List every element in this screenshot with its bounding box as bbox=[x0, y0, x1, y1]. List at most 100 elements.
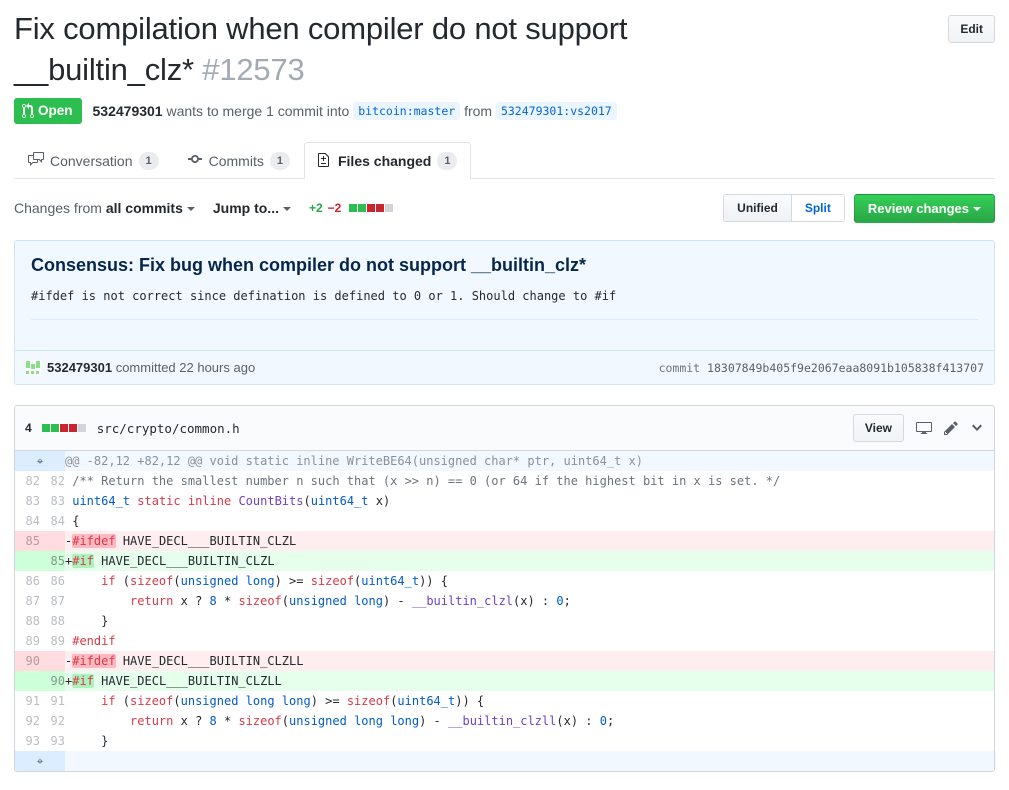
diffstat-block bbox=[68, 424, 77, 432]
changes-from-value: all commits bbox=[105, 200, 183, 216]
diff-code[interactable]: return x ? 8 * sizeof(unsigned long long… bbox=[65, 711, 994, 731]
new-line-number: 85 bbox=[40, 551, 65, 571]
diffstat-block bbox=[358, 204, 367, 212]
split-view-button[interactable]: Split bbox=[790, 195, 844, 221]
new-line-number: 93 bbox=[50, 734, 65, 748]
diff-code[interactable]: +#if HAVE_DECL___BUILTIN_CLZL bbox=[65, 551, 994, 571]
commit-divider bbox=[31, 319, 978, 350]
commit-summary-box: Consensus: Fix bug when compiler do not … bbox=[14, 240, 995, 385]
tab-commits[interactable]: Commits 1 bbox=[173, 142, 304, 179]
old-line-number: 87 bbox=[25, 594, 40, 608]
file-diff-header-right: View bbox=[852, 414, 984, 442]
hunk-footer-code bbox=[65, 751, 994, 771]
unified-view-button[interactable]: Unified bbox=[724, 195, 791, 221]
diff-table: ⌖ @@ -82,12 +82,12 @@ void static inline… bbox=[15, 451, 994, 771]
diff-code[interactable]: } bbox=[65, 611, 994, 631]
commit-author[interactable]: 532479301 bbox=[47, 360, 112, 375]
chevron-down-icon bbox=[186, 207, 195, 211]
new-line-number bbox=[40, 651, 65, 671]
old-line-number: 92 bbox=[25, 714, 40, 728]
changes-from-prefix: Changes from bbox=[14, 200, 106, 216]
diffstat-block bbox=[50, 424, 59, 432]
diff-row-deleted: 90 -#ifdef HAVE_DECL___BUILTIN_CLZLL bbox=[15, 651, 994, 671]
changes-from-select[interactable]: Changes from all commits bbox=[14, 200, 195, 216]
diff-row: 83 83 uint64_t static inline CountBits(u… bbox=[15, 491, 994, 511]
diff-code[interactable]: } bbox=[65, 731, 994, 751]
old-line-number: 84 bbox=[25, 514, 40, 528]
pencil-icon[interactable] bbox=[944, 420, 958, 436]
old-line-number: 83 bbox=[25, 494, 40, 508]
unfold-icon: ⌖ bbox=[36, 454, 44, 468]
head-branch-chip[interactable]: 532479301:vs2017 bbox=[495, 102, 617, 120]
diff-code[interactable]: uint64_t static inline CountBits(uint64_… bbox=[65, 491, 994, 511]
pr-author[interactable]: 532479301 bbox=[93, 103, 163, 119]
comment-discussion-icon bbox=[28, 151, 44, 170]
diff-row-hunk-end: ⌖ bbox=[15, 751, 994, 771]
base-branch-chip[interactable]: bitcoin:master bbox=[353, 102, 461, 120]
hunk-header-code: @@ -82,12 +82,12 @@ void static inline W… bbox=[65, 451, 994, 471]
diffstat-block bbox=[349, 204, 358, 212]
git-commit-icon bbox=[187, 151, 203, 170]
diffstat-block bbox=[385, 204, 394, 212]
diff-code[interactable]: return x ? 8 * sizeof(unsigned long) - _… bbox=[65, 591, 994, 611]
diff-code[interactable]: +#if HAVE_DECL___BUILTIN_CLZLL bbox=[65, 671, 994, 691]
page-title: Fix compilation when compiler do not sup… bbox=[14, 8, 704, 90]
diffstat-block bbox=[41, 424, 50, 432]
pull-request-page: Fix compilation when compiler do not sup… bbox=[0, 0, 1009, 772]
diffstat-added: +2 bbox=[308, 201, 323, 215]
file-diffstat-blocks bbox=[41, 424, 86, 432]
file-diff: 4 src/crypto/common.h View ⌖ @@ -82,12 +… bbox=[14, 405, 995, 772]
file-path[interactable]: src/crypto/common.h bbox=[97, 421, 240, 436]
tab-conversation[interactable]: Conversation 1 bbox=[14, 142, 173, 179]
merge-text-2: from bbox=[464, 103, 493, 119]
title-row: Fix compilation when compiler do not sup… bbox=[14, 0, 995, 90]
diff-row-hunk: ⌖ @@ -82,12 +82,12 @@ void static inline… bbox=[15, 451, 994, 471]
diff-row-added: 90 +#if HAVE_DECL___BUILTIN_CLZLL bbox=[15, 671, 994, 691]
diff-code[interactable]: #endif bbox=[65, 631, 994, 651]
unfold-icon: ⌖ bbox=[36, 754, 44, 768]
pr-number: #12573 bbox=[202, 52, 305, 87]
diffstat-block bbox=[77, 424, 86, 432]
diffstat-blocks bbox=[349, 204, 394, 212]
status-badge: Open bbox=[14, 98, 82, 124]
commit-time: committed 22 hours ago bbox=[115, 360, 256, 375]
diff-code[interactable]: /** Return the smallest number n such th… bbox=[65, 471, 994, 491]
tab-files-changed-count: 1 bbox=[437, 151, 458, 170]
diff-code[interactable]: if (sizeof(unsigned long long) >= sizeof… bbox=[65, 691, 994, 711]
diff-row-added: 85 +#if HAVE_DECL___BUILTIN_CLZL bbox=[15, 551, 994, 571]
expand-hunk-button-bottom[interactable]: ⌖ bbox=[15, 751, 65, 771]
diff-code[interactable]: if (sizeof(unsigned long) >= sizeof(uint… bbox=[65, 571, 994, 591]
old-line-number: 89 bbox=[25, 634, 40, 648]
title-block: Fix compilation when compiler do not sup… bbox=[14, 8, 948, 90]
file-diff-header-left: 4 src/crypto/common.h bbox=[25, 421, 853, 436]
diff-code[interactable]: -#ifdef HAVE_DECL___BUILTIN_CLZL bbox=[65, 531, 994, 551]
old-line-number: 93 bbox=[25, 734, 40, 748]
diff-row: 91 91 if (sizeof(unsigned long long) >= … bbox=[15, 691, 994, 711]
status-badge-label: Open bbox=[38, 103, 73, 118]
expand-hunk-button[interactable]: ⌖ bbox=[15, 451, 65, 471]
jump-to-select[interactable]: Jump to... bbox=[213, 200, 291, 216]
review-changes-button[interactable]: Review changes bbox=[853, 193, 995, 223]
tab-commits-label: Commits bbox=[208, 152, 264, 169]
file-change-count: 4 bbox=[25, 421, 32, 435]
pr-tabnav: Conversation 1 Commits 1 Files changed 1 bbox=[14, 142, 995, 179]
display-icon[interactable] bbox=[916, 420, 932, 436]
diffstat-deleted: −2 bbox=[327, 201, 342, 215]
chevron-down-icon[interactable] bbox=[970, 420, 984, 436]
diff-toolbar-left: Changes from all commits Jump to... +2 −… bbox=[14, 200, 723, 216]
edit-button[interactable]: Edit bbox=[948, 15, 995, 43]
diff-code[interactable]: { bbox=[65, 511, 994, 531]
diff-icon bbox=[317, 151, 332, 170]
commit-description: #ifdef is not correct since defination i… bbox=[31, 289, 617, 303]
diff-row: 84 84 { bbox=[15, 511, 994, 531]
commit-sha: commit 18307849b405f9e2067eaa8091b105838… bbox=[659, 361, 984, 375]
tab-files-changed[interactable]: Files changed 1 bbox=[303, 142, 472, 179]
pr-meta-row: Open 532479301 wants to merge 1 commit i… bbox=[14, 98, 995, 124]
view-file-button[interactable]: View bbox=[852, 414, 904, 442]
diff-row: 89 89 #endif bbox=[15, 631, 994, 651]
diffstat-block bbox=[376, 204, 385, 212]
commit-title: Consensus: Fix bug when compiler do not … bbox=[31, 255, 587, 275]
diff-row: 86 86 if (sizeof(unsigned long) >= sizeo… bbox=[15, 571, 994, 591]
commit-sha-value[interactable]: 18307849b405f9e2067eaa8091b105838f413707 bbox=[707, 361, 984, 375]
diff-code[interactable]: -#ifdef HAVE_DECL___BUILTIN_CLZLL bbox=[65, 651, 994, 671]
